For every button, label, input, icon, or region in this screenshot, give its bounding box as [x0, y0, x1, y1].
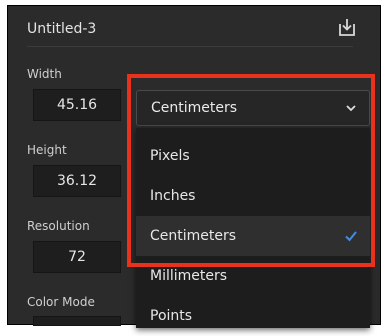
unit-option-millimeters[interactable]: Millimeters: [136, 256, 370, 296]
unit-dropdown[interactable]: Centimeters: [136, 90, 370, 126]
unit-option-label: Millimeters: [150, 268, 228, 284]
unit-option-label: Inches: [150, 188, 196, 204]
chevron-down-icon: [346, 105, 356, 112]
height-label: Height: [27, 143, 67, 157]
unit-option-label: Points: [150, 308, 193, 324]
width-label: Width: [27, 67, 62, 81]
save-preset-button[interactable]: [336, 16, 358, 38]
width-input[interactable]: 45.16: [33, 89, 121, 121]
resolution-input[interactable]: 72: [33, 241, 121, 273]
resolution-label: Resolution: [27, 219, 90, 233]
checkmark-icon: [345, 231, 357, 242]
unit-option-label: Pixels: [150, 148, 190, 164]
title-divider: [27, 46, 353, 47]
height-input[interactable]: 36.12: [33, 165, 121, 197]
color-mode-label: Color Mode: [27, 295, 95, 309]
unit-dropdown-value: Centimeters: [151, 100, 238, 116]
unit-option-label: Centimeters: [150, 228, 237, 244]
unit-option-pixels[interactable]: Pixels: [136, 136, 370, 176]
unit-option-inches[interactable]: Inches: [136, 176, 370, 216]
unit-dropdown-menu: Pixels Inches Centimeters Millimeters Po…: [136, 128, 370, 328]
save-download-icon: [339, 19, 355, 36]
document-title: Untitled-3: [27, 21, 97, 37]
unit-option-points[interactable]: Points: [136, 296, 370, 336]
unit-option-centimeters[interactable]: Centimeters: [136, 216, 370, 256]
